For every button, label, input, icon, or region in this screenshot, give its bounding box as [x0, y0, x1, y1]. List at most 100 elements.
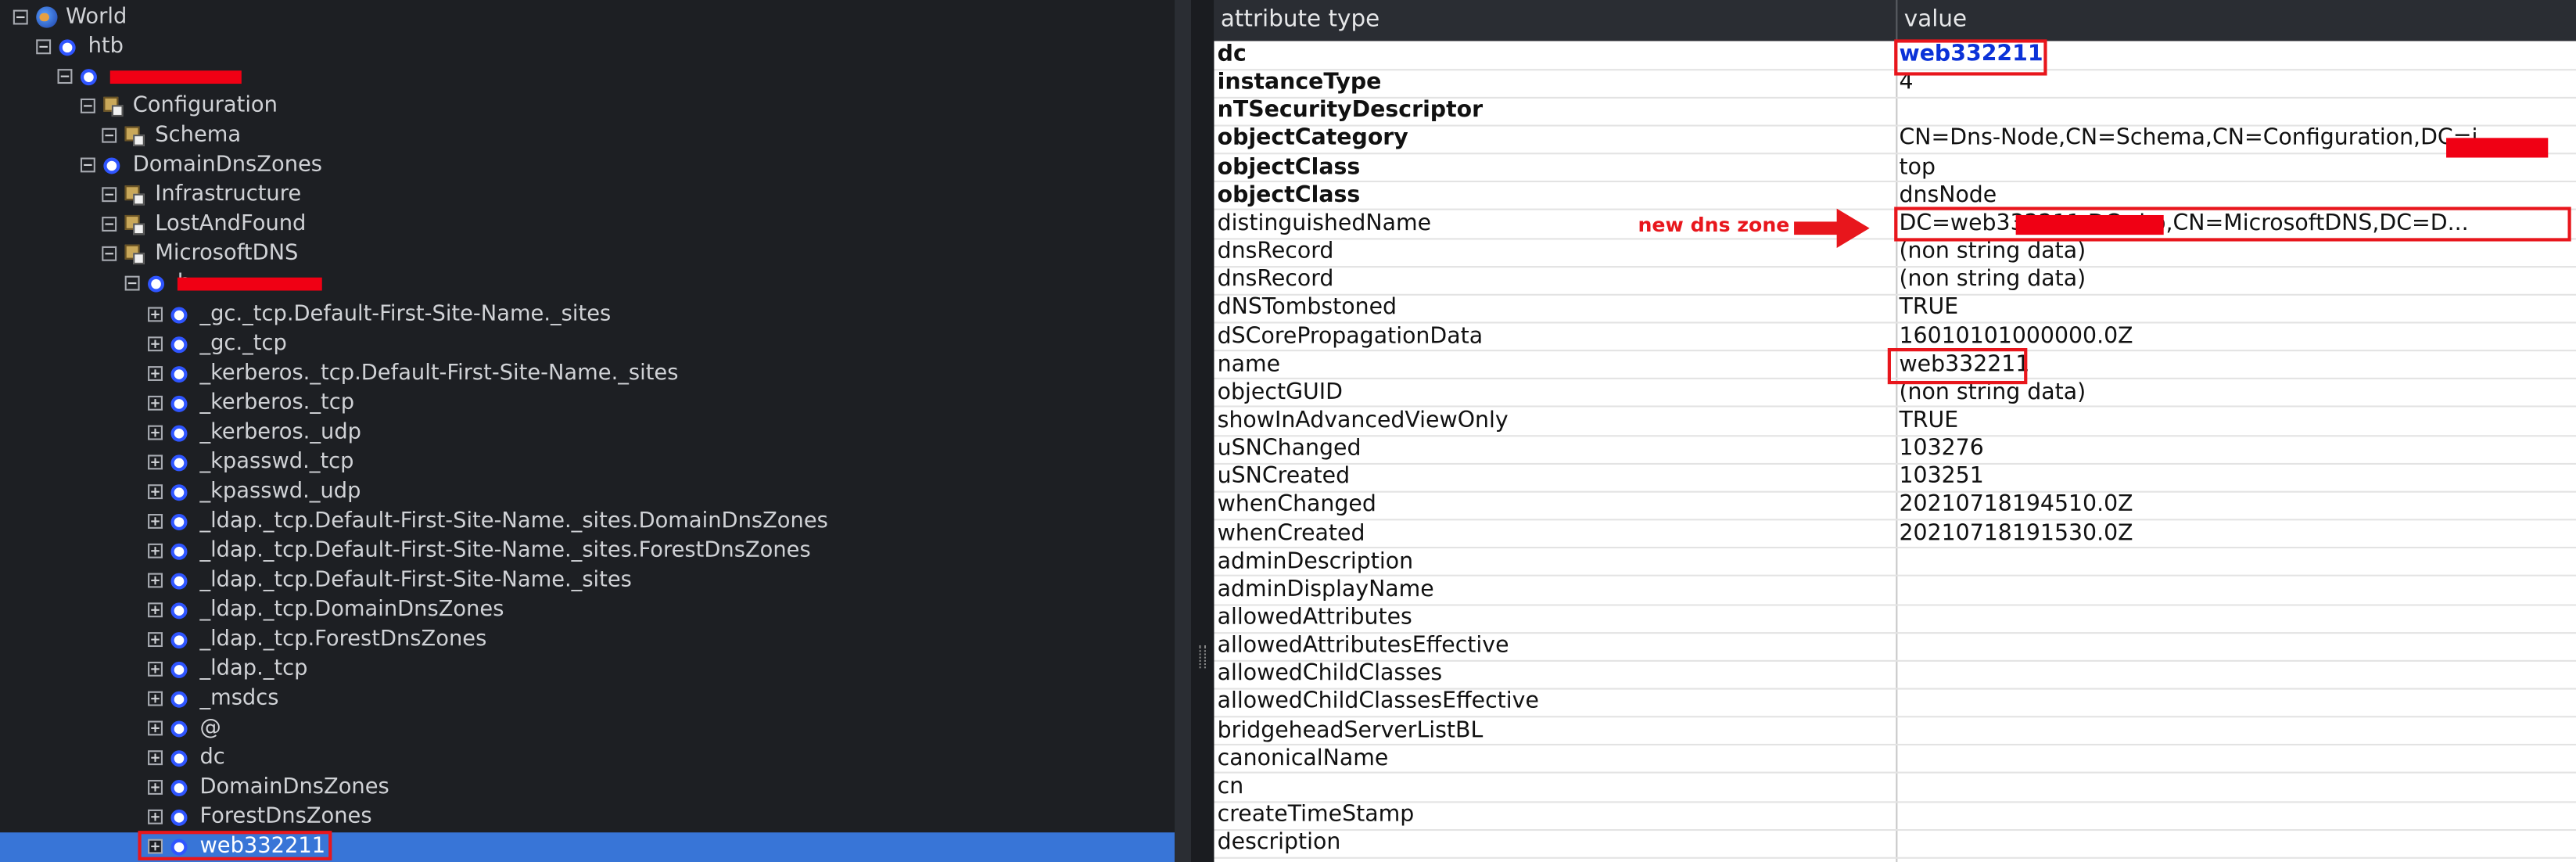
- tree-node[interactable]: _ldap._tcp.Default-First-Site-Name._site…: [0, 537, 1175, 566]
- table-row[interactable]: showInAdvancedViewOnly TRUE: [1214, 407, 2576, 435]
- collapse-icon[interactable]: [80, 99, 95, 114]
- expand-icon[interactable]: [147, 632, 163, 648]
- attribute-type-cell: dnsRecord: [1217, 266, 1334, 293]
- tree-node[interactable]: Infrastructure: [0, 181, 1175, 211]
- pane-splitter[interactable]: [1191, 0, 1214, 862]
- table-row[interactable]: objectClass top: [1214, 153, 2576, 181]
- table-row[interactable]: dnsRecord (non string data): [1214, 266, 2576, 294]
- tree-node[interactable]: _gc._tcp.Default-First-Site-Name._sites: [0, 300, 1175, 329]
- tree-node[interactable]: b: [0, 270, 1175, 300]
- collapse-icon[interactable]: [102, 217, 117, 232]
- tree-node[interactable]: _kerberos._udp: [0, 418, 1175, 448]
- tree-node[interactable]: [0, 63, 1175, 92]
- tree-node[interactable]: Configuration: [0, 92, 1175, 122]
- expand-icon[interactable]: [147, 395, 163, 411]
- tree-node[interactable]: _kerberos._tcp: [0, 389, 1175, 418]
- table-row[interactable]: objectClass dnsNode: [1214, 181, 2576, 210]
- collapse-icon[interactable]: [80, 158, 95, 173]
- expand-icon[interactable]: [147, 424, 163, 440]
- expand-icon[interactable]: [147, 602, 163, 618]
- table-row[interactable]: adminDisplayName: [1214, 576, 2576, 604]
- tree-node[interactable]: _ldap._tcp: [0, 655, 1175, 685]
- tree-node[interactable]: _kpasswd._udp: [0, 477, 1175, 507]
- tree-node[interactable]: _ldap._tcp.Default-First-Site-Name._site…: [0, 507, 1175, 537]
- expand-icon[interactable]: [147, 810, 163, 825]
- tree-node[interactable]: _gc._tcp: [0, 329, 1175, 359]
- collapse-icon[interactable]: [57, 69, 73, 84]
- table-row[interactable]: allowedAttributes: [1214, 604, 2576, 632]
- expand-icon[interactable]: [147, 483, 163, 499]
- table-row[interactable]: objectCategory CN=Dns-Node,CN=Schema,CN=C…: [1214, 125, 2576, 153]
- tree-node[interactable]: _ldap._tcp.ForestDnsZones: [0, 626, 1175, 655]
- redaction-bar: [177, 278, 322, 292]
- collapse-icon[interactable]: [102, 187, 117, 203]
- tree-node[interactable]: _kerberos._tcp.Default-First-Site-Name._…: [0, 359, 1175, 389]
- tree-node-label: _kerberos._tcp.Default-First-Site-Name._…: [199, 360, 679, 386]
- table-row[interactable]: allowedChildClasses: [1214, 660, 2576, 688]
- table-row[interactable]: dnsRecord (non string data): [1214, 238, 2576, 266]
- table-row[interactable]: adminDescription: [1214, 548, 2576, 576]
- collapse-icon[interactable]: [124, 276, 140, 292]
- annotation-new-dns-zone: new dns zone: [1638, 213, 1790, 237]
- attribute-value-cell: 103276: [1899, 435, 1984, 462]
- tree-node[interactable]: _ldap._tcp.DomainDnsZones: [0, 596, 1175, 626]
- tree-node[interactable]: MicrosoftDNS: [0, 240, 1175, 270]
- expand-icon[interactable]: [147, 365, 163, 381]
- expand-icon[interactable]: [147, 454, 163, 469]
- tree-scrollbar[interactable]: [1175, 0, 1192, 862]
- splitter-grip[interactable]: [1199, 645, 1206, 669]
- tree-node[interactable]: htb: [0, 33, 1175, 63]
- column-header-value[interactable]: value: [1897, 0, 2576, 41]
- expand-icon[interactable]: [147, 780, 163, 796]
- tree-node[interactable]: _kpasswd._tcp: [0, 448, 1175, 478]
- table-header: attribute type value: [1214, 0, 2576, 41]
- expand-icon[interactable]: [147, 691, 163, 706]
- table-row[interactable]: canonicalName: [1214, 745, 2576, 773]
- table-row[interactable]: uSNCreated 103251: [1214, 463, 2576, 491]
- expand-icon[interactable]: [147, 750, 163, 766]
- collapse-icon[interactable]: [35, 39, 51, 55]
- tree-node-label: _msdcs: [199, 686, 279, 712]
- table-row[interactable]: cn: [1214, 773, 2576, 801]
- tree-node[interactable]: Schema: [0, 122, 1175, 152]
- table-row[interactable]: whenChanged 20210718194510.0Z: [1214, 491, 2576, 519]
- expand-icon[interactable]: [147, 543, 163, 559]
- tree-node[interactable]: DomainDnsZones: [0, 774, 1175, 803]
- table-row[interactable]: whenCreated 20210718191530.0Z: [1214, 519, 2576, 548]
- table-row[interactable]: uSNChanged 103276: [1214, 435, 2576, 463]
- tree-node[interactable]: World: [0, 3, 1175, 33]
- table-row[interactable]: dNSTombstoned TRUE: [1214, 294, 2576, 322]
- collapse-icon[interactable]: [102, 246, 117, 262]
- tree-node[interactable]: _ldap._tcp.Default-First-Site-Name._site…: [0, 566, 1175, 596]
- table-row[interactable]: description: [1214, 829, 2576, 857]
- tree-node[interactable]: dc: [0, 744, 1175, 774]
- tree-node[interactable]: @: [0, 714, 1175, 744]
- table-row[interactable]: allowedAttributesEffective: [1214, 632, 2576, 660]
- tree-node[interactable]: web332211: [0, 831, 1175, 862]
- tree-node-label: _ldap._tcp.ForestDnsZones: [199, 627, 487, 652]
- attribute-type-cell: distinguishedName: [1217, 210, 1432, 237]
- folder-icon: [125, 245, 145, 265]
- table-row[interactable]: nTSecurityDescriptor: [1214, 97, 2576, 125]
- table-row[interactable]: bridgeheadServerListBL: [1214, 717, 2576, 745]
- tree-node[interactable]: _msdcs: [0, 685, 1175, 715]
- expand-icon[interactable]: [147, 513, 163, 529]
- expand-icon[interactable]: [147, 306, 163, 321]
- collapse-icon[interactable]: [13, 9, 28, 25]
- tree-node[interactable]: DomainDnsZones: [0, 152, 1175, 181]
- table-row[interactable]: allowedChildClassesEffective: [1214, 688, 2576, 717]
- directory-tree[interactable]: World htb Configuration Schema DomainDnsZone…: [0, 0, 1175, 862]
- tree-node[interactable]: ForestDnsZones: [0, 803, 1175, 833]
- expand-icon[interactable]: [147, 573, 163, 588]
- table-row[interactable]: createTimeStamp: [1214, 801, 2576, 829]
- expand-icon[interactable]: [147, 662, 163, 677]
- table-row[interactable]: dSCorePropagationData 16010101000000.0Z: [1214, 322, 2576, 350]
- attribute-type-cell: objectCategory: [1217, 125, 1408, 153]
- expand-icon[interactable]: [147, 720, 163, 736]
- column-header-attribute-type[interactable]: attribute type: [1214, 0, 1898, 41]
- collapse-icon[interactable]: [102, 128, 117, 144]
- circle-icon: [170, 691, 187, 708]
- attribute-value-cell: 103251: [1899, 463, 1984, 490]
- expand-icon[interactable]: [147, 336, 163, 351]
- tree-node[interactable]: LostAndFound: [0, 210, 1175, 240]
